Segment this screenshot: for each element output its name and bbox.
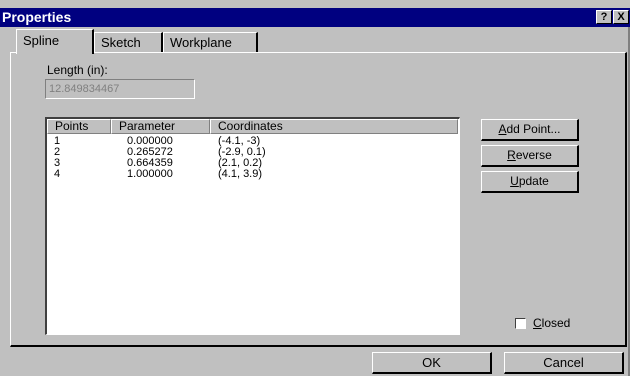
cancel-button[interactable]: Cancel (504, 352, 624, 374)
tab-workplane[interactable]: Workplane (163, 32, 258, 52)
column-header-parameter[interactable]: Parameter (111, 119, 210, 134)
coordinates-cell: (4.1, 3.9) (218, 168, 263, 180)
update-button[interactable]: Update (481, 171, 579, 193)
ok-button[interactable]: OK (372, 352, 492, 374)
add-point-button[interactable]: Add Point... (481, 119, 579, 141)
reverse-button[interactable]: Reverse (481, 145, 579, 167)
points-list[interactable]: Points Parameter Coordinates 1 0.000000 … (45, 117, 460, 335)
length-field: 12.849834467 (45, 79, 195, 99)
tab-spline[interactable]: Spline (16, 29, 94, 54)
column-header-coordinates[interactable]: Coordinates (210, 119, 458, 134)
title-bar: Properties ? X (0, 8, 630, 27)
closed-label[interactable]: Closed (533, 316, 570, 330)
table-row[interactable]: 4 1.000000 (4.1, 3.9) (47, 169, 459, 180)
parameter-cell: 1.000000 (127, 168, 173, 180)
tab-sketch[interactable]: Sketch (94, 32, 163, 52)
window-title: Properties (2, 9, 72, 25)
close-button[interactable]: X (613, 10, 629, 24)
closed-checkbox[interactable] (515, 318, 526, 329)
help-button[interactable]: ? (596, 10, 612, 24)
column-header-points[interactable]: Points (47, 119, 111, 134)
length-label: Length (in): (47, 63, 108, 77)
point-cell: 4 (54, 168, 61, 180)
